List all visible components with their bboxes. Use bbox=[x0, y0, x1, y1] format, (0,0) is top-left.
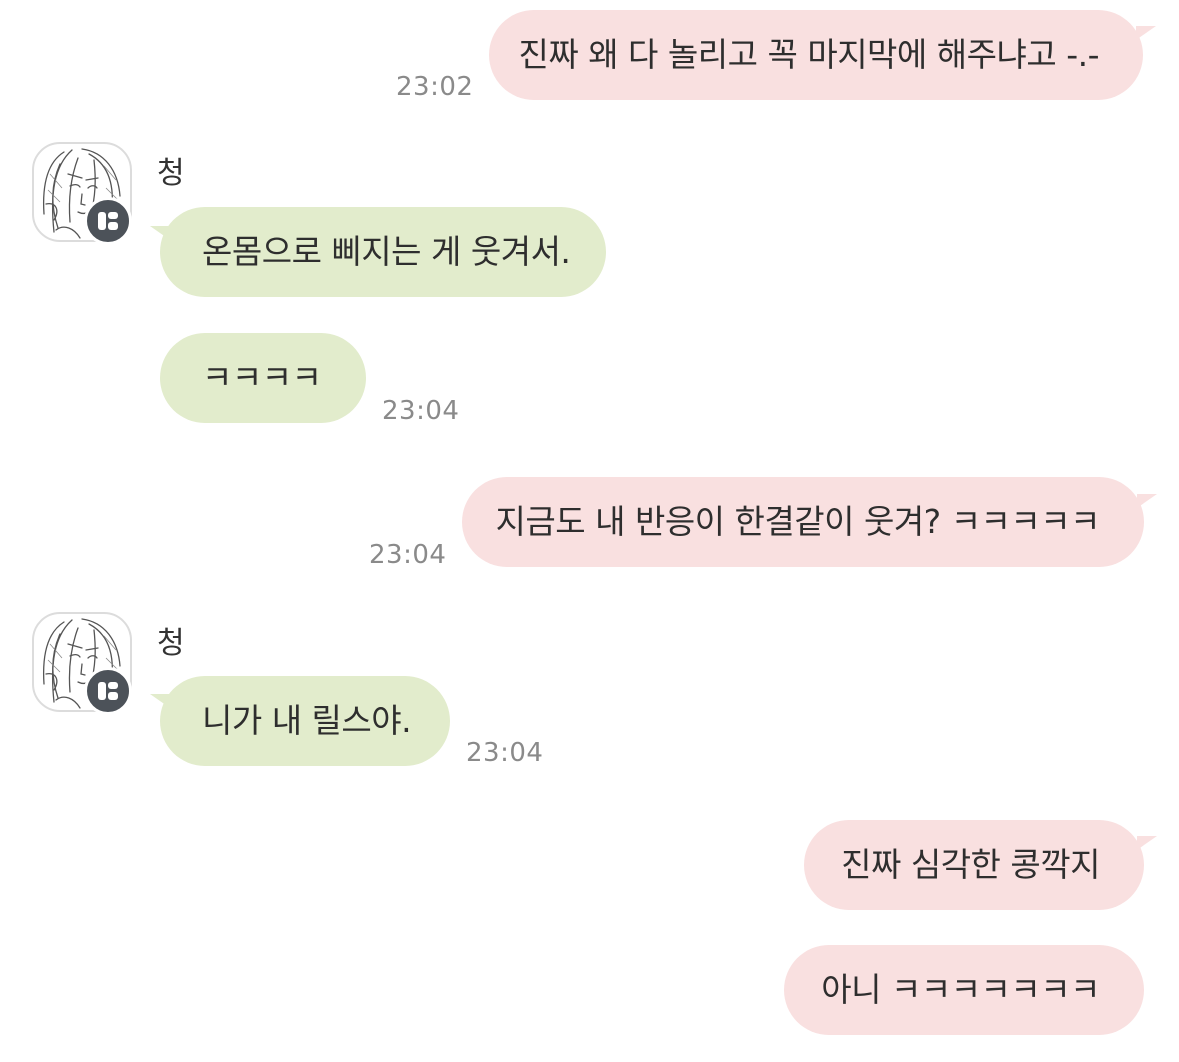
message-timestamp: 23:04 bbox=[466, 738, 544, 768]
message-text: ㅋㅋㅋㅋ bbox=[202, 358, 322, 397]
message-text: 니가 내 릴스야. bbox=[202, 701, 412, 740]
bubble-tail bbox=[1136, 26, 1156, 40]
received-message-bubble[interactable]: 니가 내 릴스야. bbox=[160, 676, 450, 766]
message-timestamp: 23:04 bbox=[382, 396, 460, 426]
message-timestamp: 23:04 bbox=[369, 540, 447, 570]
message-text: 온몸으로 삐지는 게 웃겨서. bbox=[202, 232, 571, 271]
message-text: 아니 ㅋㅋㅋㅋㅋㅋㅋ bbox=[821, 970, 1100, 1009]
sent-message-bubble[interactable]: 진짜 심각한 콩깍지 bbox=[804, 820, 1144, 910]
chat-thread: 진짜 왜 다 놀리고 꼭 마지막에 해주냐고 -.- 23:02 청 온몸으로 … bbox=[0, 0, 1179, 1062]
sent-message-bubble[interactable]: 지금도 내 반응이 한결같이 웃겨? ㅋㅋㅋㅋㅋ bbox=[462, 477, 1144, 567]
sent-message-bubble[interactable]: 아니 ㅋㅋㅋㅋㅋㅋㅋ bbox=[784, 945, 1144, 1035]
sender-name: 청 bbox=[157, 156, 185, 191]
received-message-bubble[interactable]: 온몸으로 삐지는 게 웃겨서. bbox=[160, 207, 606, 297]
received-message-bubble[interactable]: ㅋㅋㅋㅋ bbox=[160, 333, 366, 423]
message-text: 진짜 왜 다 놀리고 꼭 마지막에 해주냐고 -.- bbox=[518, 35, 1100, 74]
channel-badge-icon bbox=[84, 667, 132, 715]
sender-name: 청 bbox=[157, 626, 185, 661]
channel-badge-icon bbox=[84, 197, 132, 245]
message-timestamp: 23:02 bbox=[396, 72, 474, 102]
sent-message-bubble[interactable]: 진짜 왜 다 놀리고 꼭 마지막에 해주냐고 -.- bbox=[489, 10, 1143, 100]
message-text: 진짜 심각한 콩깍지 bbox=[841, 845, 1100, 884]
bubble-tail bbox=[1137, 494, 1157, 508]
bubble-tail bbox=[1137, 836, 1157, 850]
message-text: 지금도 내 반응이 한결같이 웃겨? ㅋㅋㅋㅋㅋ bbox=[495, 502, 1101, 541]
